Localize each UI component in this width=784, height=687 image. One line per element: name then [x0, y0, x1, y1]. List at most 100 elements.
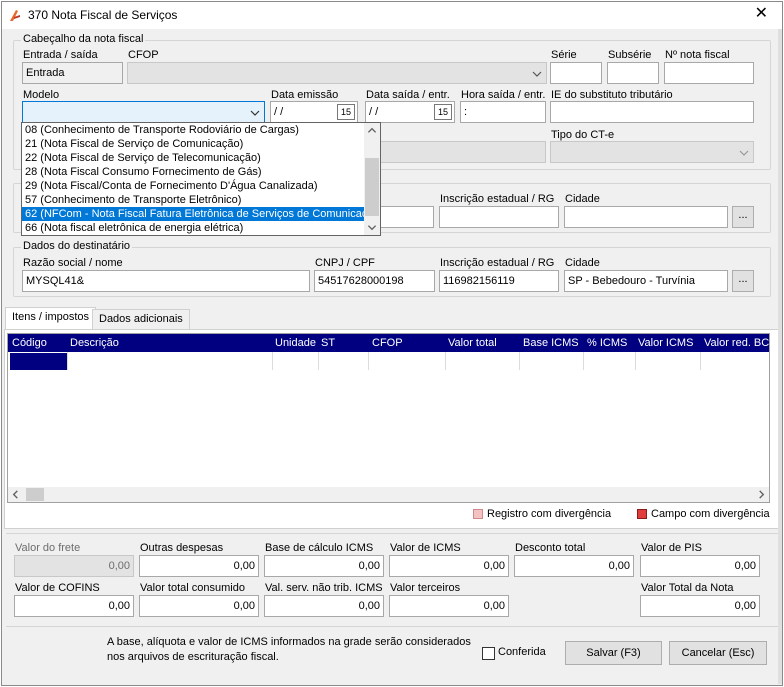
razao-social-field[interactable]: MYSQL41& — [22, 270, 310, 292]
col-codigo[interactable]: Código — [12, 337, 47, 349]
items-grid[interactable]: Código Descrição Unidade ST CFOP Valor t… — [7, 333, 770, 503]
valor-pis-label: Valor de PIS — [641, 542, 702, 554]
destinatario-cidade-search-button[interactable]: ... — [732, 270, 754, 292]
dropdown-option[interactable]: 62 (NFCom - Nota Fiscal Fatura Eletrônic… — [22, 207, 366, 221]
campo-divergencia-label: Campo com divergência — [651, 508, 770, 520]
subserie-field[interactable] — [607, 62, 659, 84]
total-consumido-field[interactable]: 0,00 — [139, 595, 259, 617]
footer-info-line1: A base, alíquota e valor de ICMS informa… — [107, 636, 471, 648]
tipo-cte-select[interactable] — [550, 141, 754, 163]
cofins-label: Valor de COFINS — [15, 582, 100, 594]
subserie-label: Subsérie — [608, 49, 652, 61]
data-emissao-label: Data emissão — [271, 89, 339, 101]
hidden-field[interactable] — [380, 141, 546, 163]
grid-header: Código Descrição Unidade ST CFOP Valor t… — [8, 334, 769, 352]
hora-saida-field[interactable]: : — [460, 101, 546, 123]
horizontal-scrollbar[interactable] — [8, 487, 769, 502]
numero-nota-field[interactable] — [664, 62, 754, 84]
footer-separator — [6, 626, 778, 627]
conferida-checkbox[interactable] — [482, 647, 495, 660]
dropdown-option[interactable]: 22 (Nota Fiscal de Serviço de Telecomuni… — [22, 151, 366, 165]
data-emissao-value: / / — [274, 106, 284, 118]
cfop-label: CFOP — [128, 49, 159, 61]
valor-icms-field[interactable]: 0,00 — [389, 555, 509, 577]
data-saida-field[interactable]: / / 15 — [365, 101, 455, 123]
emitente-cidade-field[interactable] — [564, 206, 728, 228]
destinatario-ie-field[interactable]: 116982156119 — [439, 270, 559, 292]
col-base-icms[interactable]: Base ICMS — [523, 337, 579, 349]
dropdown-scrollbar[interactable] — [364, 123, 380, 235]
nao-trib-field[interactable]: 0,00 — [264, 595, 384, 617]
entrada-saida-field[interactable]: Entrada — [22, 62, 123, 84]
calendar-icon[interactable]: 15 — [337, 104, 355, 120]
modelo-select[interactable] — [22, 101, 265, 123]
chevron-down-icon — [532, 71, 542, 77]
nao-trib-label: Val. serv. não trib. ICMS — [265, 582, 383, 594]
total-consumido-label: Valor total consumido — [140, 582, 245, 594]
destinatario-ie-label: Inscrição estadual / RG — [440, 257, 555, 269]
emitente-field[interactable] — [380, 206, 434, 228]
chevron-down-icon — [739, 150, 749, 156]
col-valor-red-bc[interactable]: Valor red. BC — [704, 337, 769, 349]
destinatario-cidade-field[interactable]: SP - Bebedouro - Turvínia — [564, 270, 728, 292]
ie-substituto-field[interactable] — [550, 101, 754, 123]
tab-dados-adicionais[interactable]: Dados adicionais — [92, 309, 190, 330]
terceiros-label: Valor terceiros — [390, 582, 461, 594]
grid-selected-cell[interactable] — [10, 353, 67, 370]
dropdown-option[interactable]: 08 (Conhecimento de Transporte Rodoviári… — [22, 123, 366, 137]
valor-pis-field[interactable]: 0,00 — [640, 555, 760, 577]
total-nota-field[interactable]: 0,00 — [640, 595, 760, 617]
dropdown-option[interactable]: 29 (Nota Fiscal/Conta de Fornecimento D'… — [22, 179, 366, 193]
emitente-cidade-search-button[interactable]: ... — [732, 206, 754, 228]
valor-frete-field[interactable]: 0,00 — [14, 555, 134, 577]
valor-icms-label: Valor de ICMS — [390, 542, 461, 554]
desconto-total-label: Desconto total — [515, 542, 586, 554]
app-logo-icon — [10, 10, 20, 21]
col-st[interactable]: ST — [321, 337, 335, 349]
scroll-right-icon[interactable] — [757, 490, 766, 499]
col-cfop[interactable]: CFOP — [372, 337, 403, 349]
cancel-button[interactable]: Cancelar (Esc) — [669, 641, 767, 665]
terceiros-field[interactable]: 0,00 — [389, 595, 509, 617]
serie-field[interactable] — [550, 62, 602, 84]
dropdown-option[interactable]: 66 (Nota fiscal eletrônica de energia el… — [22, 221, 366, 235]
grid-divider — [272, 352, 273, 370]
calendar-icon[interactable]: 15 — [434, 104, 452, 120]
col-unidade[interactable]: Unidade — [275, 337, 316, 349]
scroll-left-icon[interactable] — [11, 490, 20, 499]
dropdown-scroll-thumb[interactable] — [365, 158, 379, 216]
save-button[interactable]: Salvar (F3) — [565, 641, 662, 665]
desconto-total-field[interactable]: 0,00 — [514, 555, 634, 577]
chevron-down-icon — [250, 110, 260, 116]
data-emissao-field[interactable]: / / 15 — [270, 101, 358, 123]
grid-divider — [519, 352, 520, 370]
scroll-up-icon[interactable] — [367, 126, 377, 135]
data-saida-value: / / — [369, 106, 379, 118]
scroll-down-icon[interactable] — [367, 223, 377, 232]
col-valor-icms[interactable]: Valor ICMS — [638, 337, 693, 349]
conferida-label[interactable]: Conferida — [498, 646, 546, 658]
dropdown-option[interactable]: 57 (Conhecimento de Transporte Eletrônic… — [22, 193, 366, 207]
cfop-select[interactable] — [127, 62, 547, 84]
campo-divergencia-swatch — [637, 509, 647, 519]
outras-despesas-field[interactable]: 0,00 — [139, 555, 259, 577]
dropdown-option[interactable]: 21 (Nota Fiscal de Serviço de Comunicaçã… — [22, 137, 366, 151]
cnpj-cpf-label: CNPJ / CPF — [315, 257, 375, 269]
emitente-ie-field[interactable] — [439, 206, 559, 228]
cofins-field[interactable]: 0,00 — [14, 595, 134, 617]
outras-despesas-label: Outras despesas — [140, 542, 224, 554]
col-perc-icms[interactable]: % ICMS — [587, 337, 627, 349]
col-valor-total[interactable]: Valor total — [448, 337, 497, 349]
cnpj-cpf-field[interactable]: 54517628000198 — [314, 270, 435, 292]
tab-itens-impostos[interactable]: Itens / impostos — [5, 307, 97, 330]
scroll-thumb[interactable] — [26, 488, 44, 501]
close-button[interactable]: ✕ — [755, 5, 768, 23]
ie-substituto-label: IE do substituto tributário — [551, 89, 673, 101]
col-descricao[interactable]: Descrição — [70, 337, 119, 349]
window: 370 Nota Fiscal de Serviços ✕ Cabeçalho … — [1, 1, 783, 686]
modelo-dropdown-list[interactable]: 08 (Conhecimento de Transporte Rodoviári… — [21, 122, 381, 236]
dropdown-option[interactable]: 28 (Nota Fiscal Consumo Fornecimento de … — [22, 165, 366, 179]
modelo-label: Modelo — [23, 89, 60, 101]
numero-nota-label: Nº nota fiscal — [665, 49, 730, 61]
base-icms-field[interactable]: 0,00 — [264, 555, 384, 577]
